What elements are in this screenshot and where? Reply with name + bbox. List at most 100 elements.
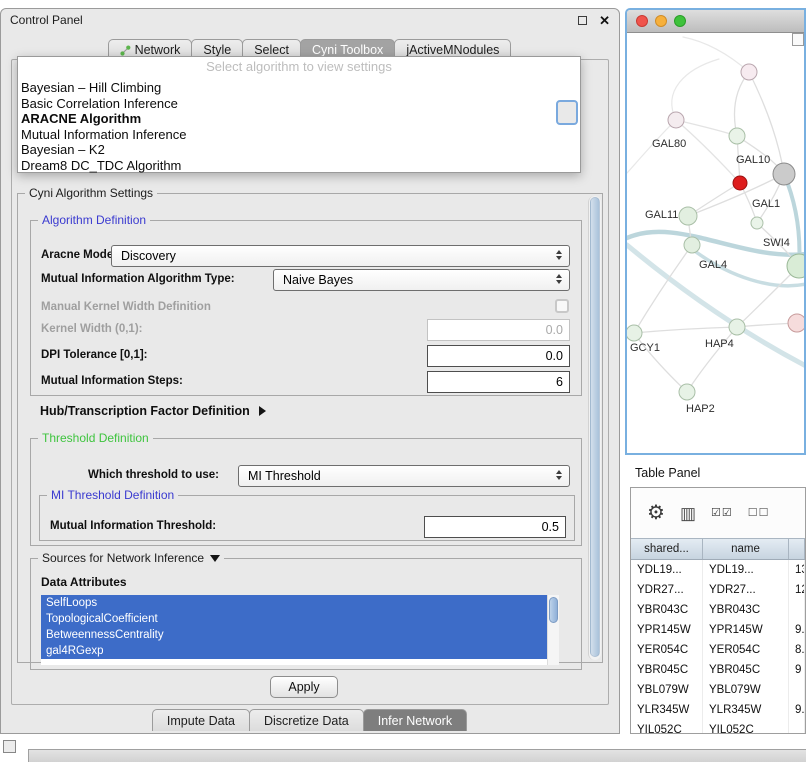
network-node[interactable] [788, 314, 804, 332]
mi-steps-input[interactable]: 6 [427, 371, 570, 393]
node-label: GCY1 [630, 342, 660, 354]
attribute-item[interactable]: SelfLoops [41, 595, 547, 611]
network-node[interactable] [751, 217, 763, 229]
tab-discretize-data[interactable]: Discretize Data [249, 709, 364, 731]
network-node[interactable] [627, 325, 642, 341]
threshold-definition-group: Threshold Definition Which threshold to … [30, 438, 582, 546]
collapsed-panel-icon[interactable] [3, 740, 16, 753]
minimize-window-button[interactable] [655, 15, 667, 27]
tab-impute-data[interactable]: Impute Data [152, 709, 250, 731]
combo-dropdown-button[interactable] [556, 100, 578, 125]
table-row[interactable]: YPR145W YPR145W 9. [631, 620, 805, 640]
cyni-algorithm-settings-group: Cyni Algorithm Settings Algorithm Defini… [17, 193, 603, 663]
tab-label: Network [135, 43, 181, 57]
algorithm-option-bayesian-hill-climbing[interactable]: Bayesian – Hill Climbing [18, 80, 580, 96]
network-node[interactable] [668, 112, 684, 128]
apply-button[interactable]: Apply [270, 676, 338, 698]
column-header-extra[interactable] [789, 539, 805, 559]
node-label: HAP2 [686, 403, 715, 415]
algorithm-option-bayesian-k2[interactable]: Bayesian – K2 [18, 142, 580, 158]
aracne-mode-select[interactable]: Discovery [111, 245, 570, 267]
mi-threshold-label: Mutual Information Threshold: [50, 520, 216, 532]
network-node[interactable] [787, 254, 804, 278]
attribute-item[interactable]: TopologicalCoefficient [41, 611, 547, 627]
mi-threshold-input[interactable]: 0.5 [424, 516, 566, 538]
node-label: GAL80 [652, 138, 686, 150]
mi-algorithm-type-select[interactable]: Naive Bayes [273, 269, 570, 291]
tab-label: Impute Data [167, 714, 235, 728]
network-node[interactable] [729, 128, 745, 144]
network-node[interactable] [733, 176, 747, 190]
algorithm-option-dream8[interactable]: Dream8 DC_TDC Algorithm [18, 158, 580, 174]
column-chooser-icon[interactable]: ▥ [680, 505, 696, 522]
birdseye-toggle-button[interactable] [792, 33, 804, 46]
algorithm-option-basic-correlation[interactable]: Basic Correlation Inference [18, 96, 580, 112]
algorithm-dropdown-placeholder: Select algorithm to view settings [18, 57, 580, 74]
which-threshold-label: Which threshold to use: [88, 469, 219, 481]
network-window-titlebar[interactable] [627, 10, 804, 33]
table-row[interactable]: YER054C YER054C 8. [631, 640, 805, 660]
column-header-shared-name[interactable]: shared... [631, 539, 703, 559]
scrollbar-thumb[interactable] [590, 197, 600, 657]
table-row[interactable]: YIL052C YIL052C [631, 720, 805, 734]
network-node[interactable] [684, 237, 700, 253]
network-node[interactable] [741, 64, 757, 80]
network-node[interactable] [729, 319, 745, 335]
mi-steps-label: Mutual Information Steps: [41, 375, 183, 387]
tab-label: Discretize Data [264, 714, 349, 728]
sources-group-title[interactable]: Sources for Network Inference [38, 551, 224, 565]
network-graph: GAL80GAL10GAL11GAL1SWI4GAL4GCY1HAP4HAP2 [627, 33, 804, 453]
node-label: SWI4 [763, 237, 790, 249]
network-edge [634, 327, 737, 333]
attribute-item[interactable]: BetweennessCentrality [41, 627, 547, 643]
network-canvas[interactable]: GAL80GAL10GAL11GAL1SWI4GAL4GCY1HAP4HAP2 [627, 33, 804, 453]
kernel-width-label: Kernel Width (0,1): [41, 323, 142, 335]
table-row[interactable]: YDL19... YDL19... 13 [631, 560, 805, 580]
tab-label: Cyni Toolbox [312, 43, 383, 57]
node-label: GAL10 [736, 154, 770, 166]
table-row[interactable]: YLR345W YLR345W 9. [631, 700, 805, 720]
table-panel-title: Table Panel [635, 466, 700, 480]
table-settings-gear-icon[interactable]: ⚙ [647, 503, 665, 523]
zoom-window-button[interactable] [674, 15, 686, 27]
combo-arrows-icon [554, 250, 563, 260]
algorithm-option-aracne[interactable]: ARACNE Algorithm [18, 111, 580, 127]
table-row[interactable]: YBL079W YBL079W [631, 680, 805, 700]
scrollbar-thumb[interactable] [549, 597, 558, 623]
deselect-all-rows-icon[interactable]: ☐☐ [748, 508, 770, 519]
table-row[interactable]: YDR27... YDR27... 12 [631, 580, 805, 600]
tab-label: Infer Network [378, 714, 452, 728]
table-toolbar: ⚙ ▥ ☑☑ ☐☐ [631, 488, 805, 538]
table-body: YDL19... YDL19... 13 YDR27... YDR27... 1… [631, 560, 805, 734]
manual-kernel-width-label: Manual Kernel Width Definition [41, 301, 211, 313]
settings-scrollbar[interactable] [588, 196, 601, 660]
network-node[interactable] [679, 384, 695, 400]
table-header: shared... name [631, 538, 805, 560]
node-label: GAL1 [752, 198, 780, 210]
network-node[interactable] [679, 207, 697, 225]
control-panel-titlebar[interactable]: Control Panel ✕ [1, 9, 619, 31]
sources-for-network-inference-group: Sources for Network Inference Data Attri… [30, 558, 582, 670]
algorithm-definition-title: Algorithm Definition [38, 213, 150, 227]
table-panel: ⚙ ▥ ☑☑ ☐☐ shared... name YDL19... YDL19.… [630, 487, 806, 734]
close-panel-icon[interactable]: ✕ [599, 14, 610, 27]
tab-label: Select [254, 43, 289, 57]
tab-infer-network[interactable]: Infer Network [363, 709, 467, 731]
select-all-rows-icon[interactable]: ☑☑ [711, 508, 733, 519]
dpi-tolerance-input[interactable]: 0.0 [427, 345, 570, 367]
table-row[interactable]: YBR043C YBR043C [631, 600, 805, 620]
close-window-button[interactable] [636, 15, 648, 27]
hub-transcription-factor-toggle[interactable]: Hub/Transcription Factor Definition [40, 404, 266, 418]
network-tab-icon [120, 45, 131, 56]
bottom-panel-edge [28, 749, 806, 762]
network-edge [687, 327, 737, 392]
column-header-name[interactable]: name [703, 539, 789, 559]
network-node[interactable] [773, 163, 795, 185]
algorithm-option-mutual-information[interactable]: Mutual Information Inference [18, 127, 580, 143]
table-row[interactable]: YBR045C YBR045C 9 [631, 660, 805, 680]
attributes-scrollbar[interactable] [547, 595, 559, 665]
which-threshold-select[interactable]: MI Threshold [238, 465, 570, 487]
float-window-icon[interactable] [578, 16, 587, 25]
attribute-item[interactable]: gal4RGexp [41, 643, 547, 659]
dpi-tolerance-label: DPI Tolerance [0,1]: [41, 349, 148, 361]
